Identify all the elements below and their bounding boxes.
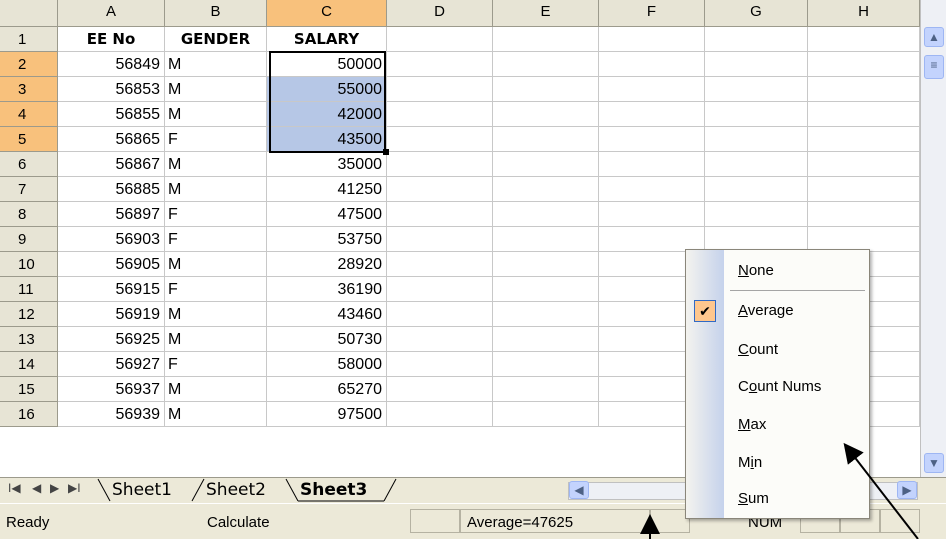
annotation-arrows: [640, 442, 919, 539]
arrow-to-menu-icon: [843, 442, 919, 539]
